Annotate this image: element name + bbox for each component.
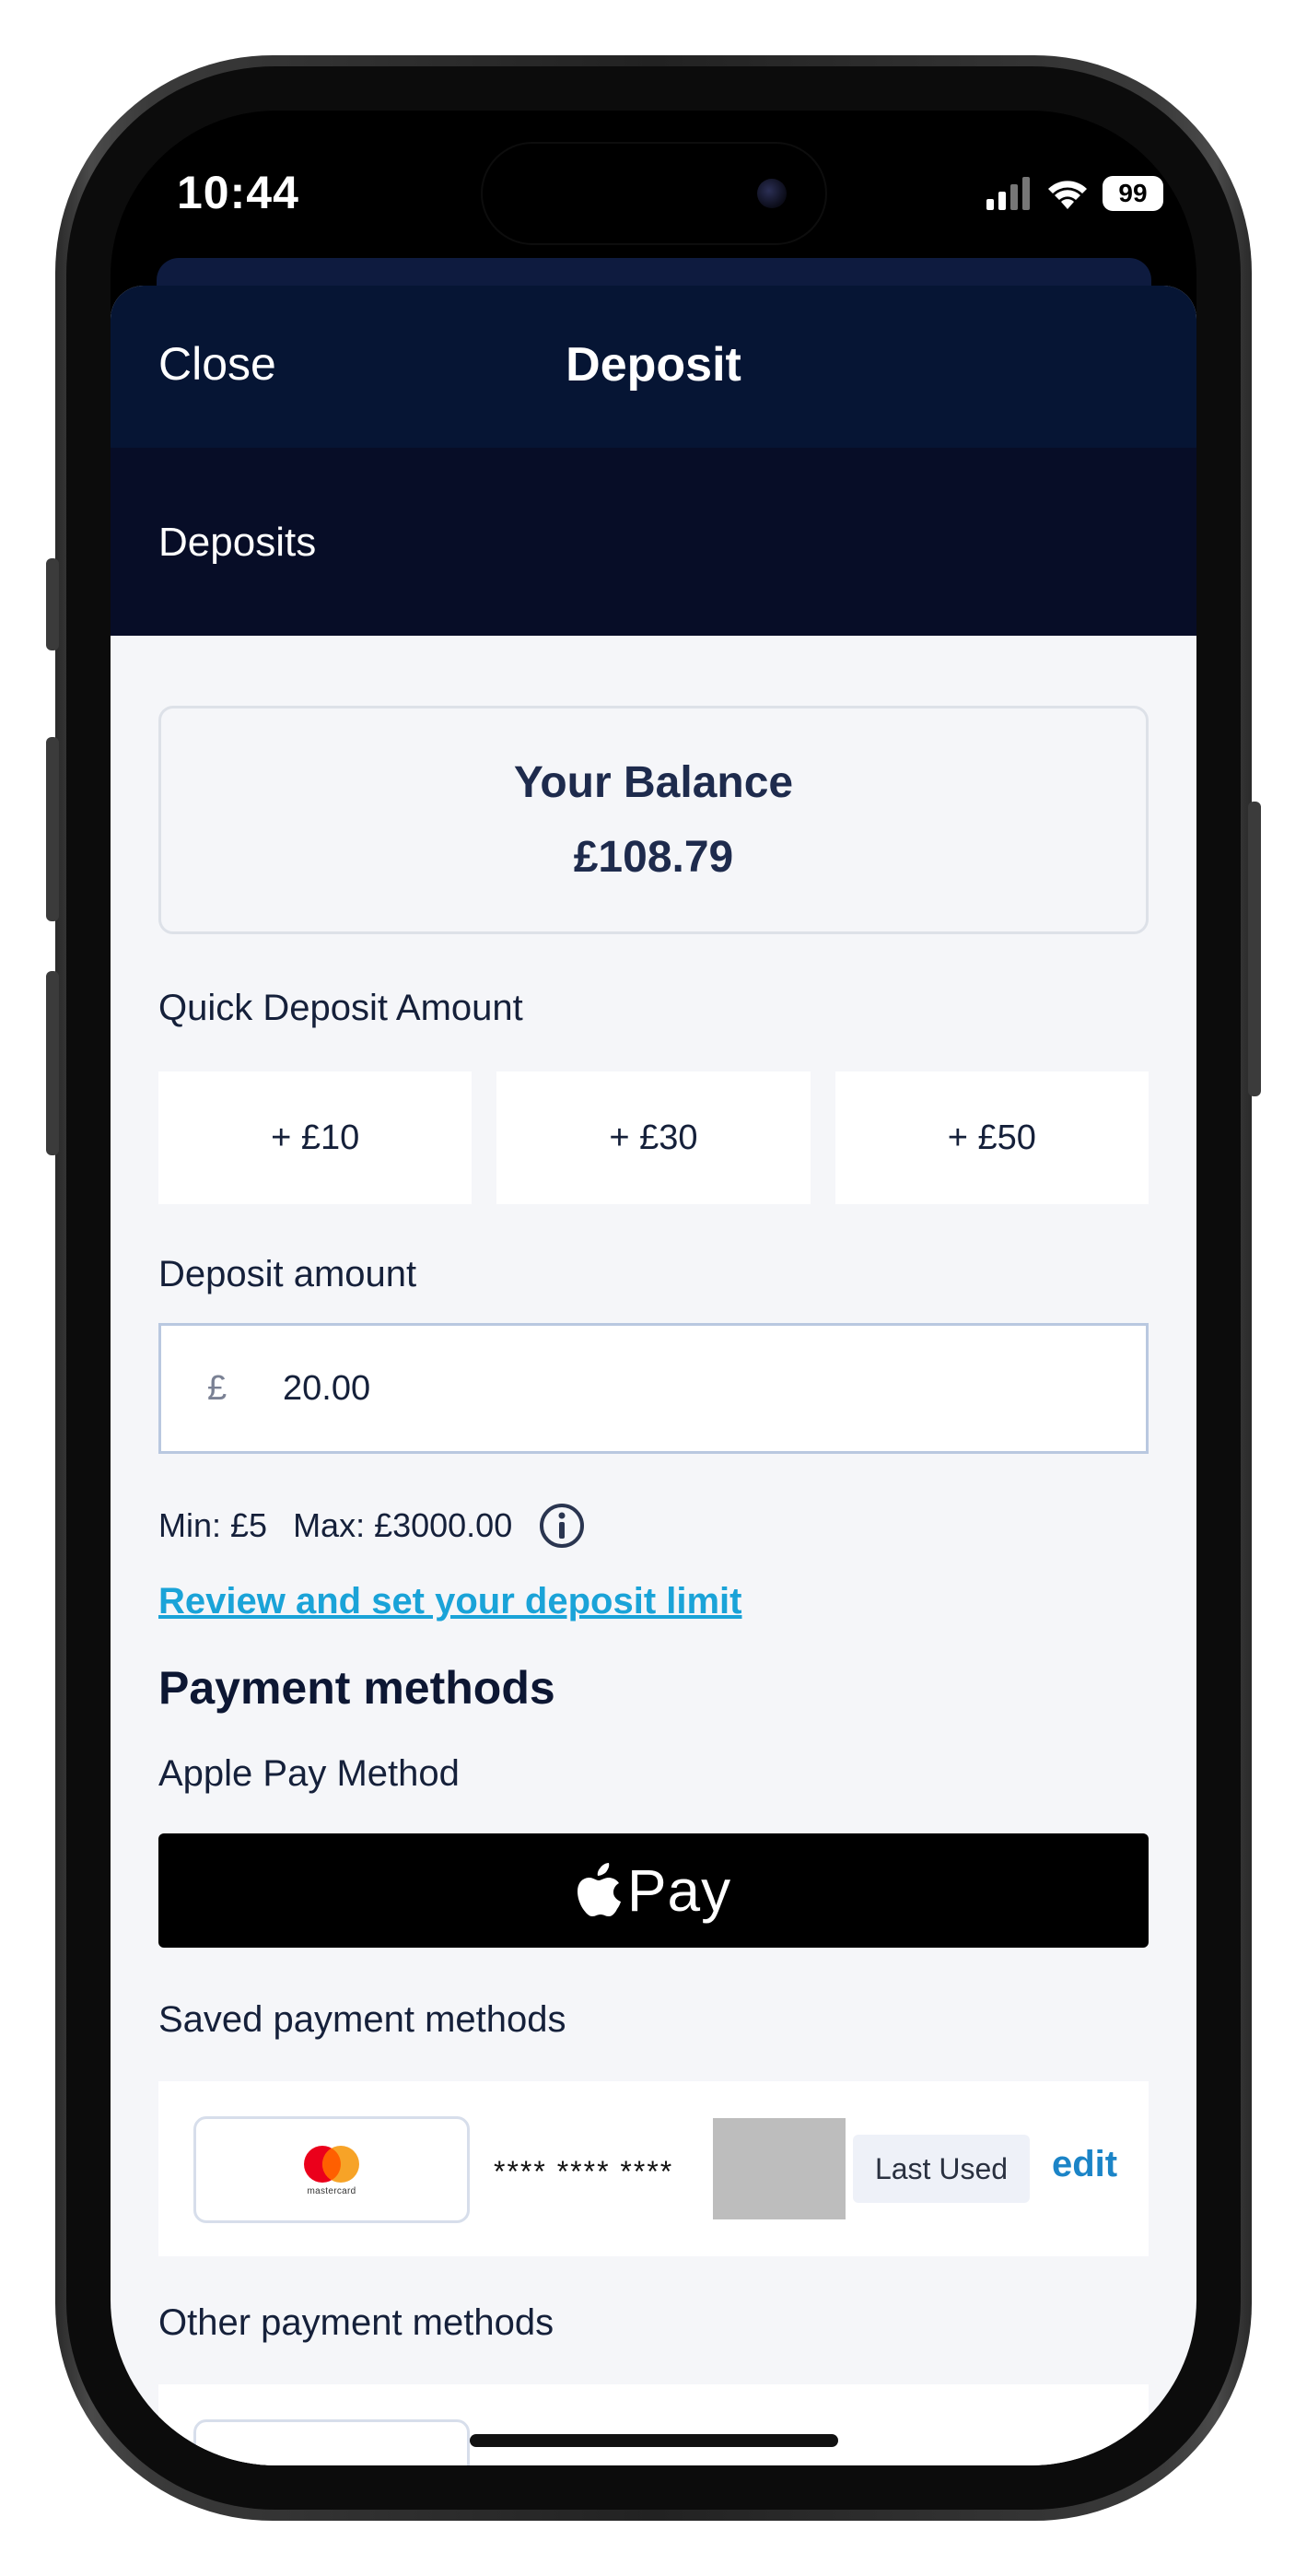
quick-deposit-options: + £10 + £30 + £50 — [158, 1071, 1149, 1204]
payment-methods-title: Payment methods — [158, 1662, 555, 1714]
other-card-logo-box — [193, 2419, 470, 2465]
mastercard-logo-box: mastercard — [193, 2116, 470, 2223]
page-title: Deposit — [566, 338, 741, 392]
quick-deposit-label: Quick Deposit Amount — [158, 988, 523, 1028]
deposit-limits: Min: £5 Max: £3000.00 — [158, 1502, 1149, 1550]
deposit-limit-link[interactable]: Review and set your deposit limit — [158, 1581, 1149, 1622]
other-payment-label: Other payment methods — [158, 2302, 554, 2343]
info-icon[interactable] — [538, 1502, 586, 1550]
nav-bar: Close Deposit — [111, 286, 1196, 448]
apple-pay-button[interactable]: Pay — [158, 1833, 1149, 1948]
mastercard-icon — [304, 2145, 359, 2183]
quick-deposit-30-button[interactable]: + £30 — [496, 1071, 811, 1204]
dynamic-island — [481, 142, 827, 245]
battery-icon: 99 — [1103, 176, 1163, 211]
edit-card-button[interactable]: edit — [1052, 2144, 1117, 2185]
home-indicator[interactable] — [470, 2434, 838, 2447]
volume-up-button — [46, 737, 59, 921]
balance-label: Your Balance — [513, 758, 794, 807]
quick-deposit-10-button[interactable]: + £10 — [158, 1071, 473, 1204]
balance-value: £108.79 — [573, 833, 734, 882]
volume-down-button — [46, 971, 59, 1155]
quick-deposit-50-button[interactable]: + £50 — [834, 1071, 1149, 1204]
saved-payment-label: Saved payment methods — [158, 1999, 566, 2040]
front-camera-icon — [757, 179, 787, 208]
min-limit: Min: £5 — [158, 1506, 268, 1544]
balance-card: Your Balance £108.79 — [158, 706, 1149, 934]
deposit-content: Your Balance £108.79 Quick Deposit Amoun… — [158, 706, 1149, 2465]
wifi-icon — [1048, 181, 1087, 209]
cellular-signal-icon — [986, 177, 1030, 210]
status-time: 10:44 — [177, 167, 299, 218]
deposit-amount-field[interactable]: £ — [158, 1323, 1149, 1454]
action-button — [46, 558, 59, 650]
currency-symbol: £ — [207, 1368, 228, 1408]
subheader-bar: Deposits — [111, 448, 1196, 636]
other-payment-row[interactable] — [158, 2384, 1149, 2465]
phone-screen: 10:44 99 Close Deposit Deposits Your Bal — [111, 111, 1196, 2465]
status-icons: 99 — [986, 173, 1163, 214]
subheader-title: Deposits — [158, 520, 317, 565]
deposit-sheet: Close Deposit Deposits Your Balance £108… — [111, 286, 1196, 2465]
saved-card-row[interactable]: mastercard **** **** **** Last Used edit — [158, 2081, 1149, 2256]
power-button — [1248, 802, 1261, 1096]
deposit-amount-input[interactable] — [281, 1367, 1021, 1410]
deposit-amount-label: Deposit amount — [158, 1254, 417, 1294]
mastercard-wordmark: mastercard — [307, 2185, 356, 2196]
last-used-badge: Last Used — [853, 2135, 1030, 2203]
max-limit: Max: £3000.00 — [293, 1506, 513, 1544]
redacted-card-digits — [713, 2118, 846, 2219]
apple-pay-text: Pay — [626, 1857, 732, 1924]
apple-pay-label: Apple Pay Method — [158, 1753, 460, 1794]
masked-card-number: **** **** **** — [494, 2155, 674, 2188]
apple-logo-icon — [577, 1863, 621, 1916]
